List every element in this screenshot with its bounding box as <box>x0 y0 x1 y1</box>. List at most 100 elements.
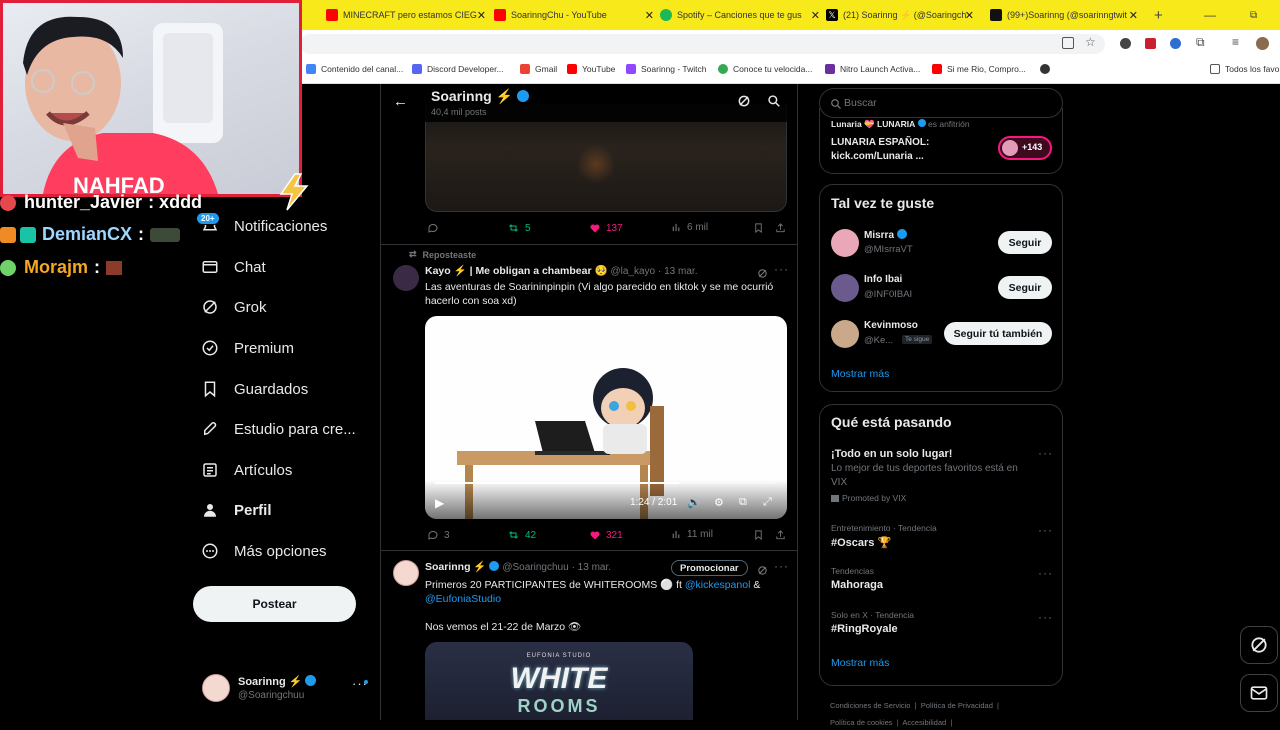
video-player[interactable]: ▶ 1:24 / 2:01 🔊 ⚙ ⧉ ⤢ <box>425 316 787 519</box>
more-icon[interactable]: ··· <box>1038 523 1053 537</box>
play-icon[interactable]: ▶ <box>435 496 444 510</box>
more-icon[interactable]: ··· <box>1038 610 1053 624</box>
reply-button[interactable] <box>427 222 444 234</box>
settings-icon[interactable]: ⚙ <box>714 496 724 509</box>
mention-link[interactable]: @kickespanol <box>685 579 751 591</box>
close-icon[interactable]: ✕ <box>477 9 486 22</box>
bookmark-icon[interactable] <box>753 222 769 234</box>
more-icon[interactable]: ··· <box>774 559 789 573</box>
nav-mas-opciones[interactable]: Más opciones <box>200 536 327 566</box>
twitch-icon <box>626 64 636 74</box>
nav-grok[interactable]: Grok <box>200 292 267 322</box>
star-icon[interactable]: ☆ <box>1085 35 1096 49</box>
like-button[interactable]: 321 <box>589 529 623 541</box>
views-button[interactable]: 11 mil <box>671 529 713 540</box>
footer-link[interactable]: Accesibilidad <box>902 718 946 727</box>
like-button[interactable]: 137 <box>589 222 623 234</box>
show-more-link[interactable]: Mostrar más <box>831 657 889 669</box>
close-icon[interactable]: ✕ <box>645 9 654 22</box>
follow-button[interactable]: Seguir <box>998 276 1052 299</box>
bookmark[interactable]: Contenido del canal... <box>306 64 403 74</box>
new-tab-button[interactable]: + <box>1154 3 1170 27</box>
footer-link[interactable]: Política de cookies <box>830 718 893 727</box>
repost-button[interactable]: 42 <box>507 529 536 541</box>
bookmark[interactable]: YouTube <box>567 64 615 74</box>
install-icon[interactable] <box>1062 37 1074 49</box>
minimize-icon[interactable]: — <box>1204 3 1216 27</box>
repost-button[interactable]: 5 <box>507 222 531 234</box>
extension-icon[interactable] <box>1145 38 1156 49</box>
user-name[interactable]: Info Ibai <box>864 274 902 285</box>
reply-button[interactable]: 3 <box>427 529 450 541</box>
url-field[interactable] <box>300 34 1105 54</box>
more-icon[interactable]: ··· <box>774 262 789 276</box>
grok-icon[interactable] <box>737 94 751 113</box>
bookmark[interactable] <box>1040 64 1055 74</box>
browser-tab[interactable]: (99+)Soarinng (@soarinngtwit ✕ <box>990 3 1142 27</box>
follow-button[interactable]: Seguir <box>998 231 1052 254</box>
premium-icon <box>200 338 220 358</box>
trend-item[interactable]: Tendencias Mahoraga <box>831 566 883 591</box>
bookmark-folder[interactable]: Todos los favor <box>1210 64 1280 74</box>
footer-link[interactable]: Condiciones de Servicio <box>830 701 910 710</box>
nav-articulos[interactable]: Artículos <box>200 455 292 485</box>
share-icon[interactable] <box>775 529 791 541</box>
messages-floating-button[interactable] <box>1240 674 1278 712</box>
avatar[interactable] <box>831 274 859 302</box>
footer-link[interactable]: Política de Privacidad <box>921 701 993 710</box>
nav-chat[interactable]: Chat <box>200 252 266 282</box>
nav-guardados[interactable]: Guardados <box>200 374 308 404</box>
live-space-card[interactable]: Lunaria 💝 LUNARIA es anfitrión LUNARIA E… <box>819 108 1063 174</box>
promote-button[interactable]: Promocionar <box>671 560 748 576</box>
mention-link[interactable]: @EufoniaStudio <box>425 593 501 605</box>
back-arrow-icon[interactable]: ← <box>393 93 408 110</box>
bookmark[interactable]: Conoce tu velocida... <box>718 64 812 74</box>
grok-floating-button[interactable] <box>1240 626 1278 664</box>
trend-item[interactable]: ¡Todo en un solo lugar! Lo mejor de tus … <box>831 448 1031 503</box>
post-button[interactable]: Postear <box>193 586 356 622</box>
show-more-link[interactable]: Mostrar más <box>831 368 889 380</box>
extension-icon[interactable] <box>1120 38 1131 49</box>
more-icon[interactable]: ··· <box>1038 566 1053 580</box>
follow-back-button[interactable]: Seguir tú también <box>944 322 1052 345</box>
browser-tab[interactable]: SoarinngChu - YouTube ✕ <box>494 3 658 27</box>
views-button[interactable]: 6 mil <box>671 222 708 233</box>
bookmark[interactable]: Discord Developer... <box>412 64 504 74</box>
trend-item[interactable]: Solo en X · Tendencia #RingRoyale <box>831 610 914 635</box>
more-icon[interactable]: ··· <box>1038 446 1053 460</box>
close-icon[interactable]: ✕ <box>965 9 974 22</box>
avatar[interactable] <box>393 560 419 586</box>
search-icon[interactable] <box>767 94 781 113</box>
puzzle-icon[interactable]: ⧉ <box>1196 35 1205 50</box>
nav-premium[interactable]: Premium <box>200 333 294 363</box>
volume-icon[interactable]: 🔊 <box>687 496 701 509</box>
trend-item[interactable]: Entretenimiento · Tendencia #Oscars 🏆 <box>831 523 937 549</box>
bookmark[interactable]: Si me Rio, Compro... <box>932 64 1026 74</box>
user-name[interactable]: Kevinmoso <box>864 320 918 331</box>
pip-icon[interactable]: ⧉ <box>739 496 747 509</box>
share-icon[interactable] <box>775 222 791 234</box>
extension-icon[interactable] <box>1170 38 1181 49</box>
avatar[interactable] <box>831 320 859 348</box>
bookmark[interactable]: Soarinng - Twitch <box>626 64 707 74</box>
fullscreen-icon[interactable]: ⤢ <box>763 496 772 509</box>
user-name[interactable]: Misrra <box>864 229 907 241</box>
account-switcher[interactable]: Soarinng ⚡ @Soaringchuu ··· <box>200 672 370 708</box>
media-icon[interactable]: ≡ <box>1232 35 1239 49</box>
browser-tab[interactable]: Spotify – Canciones que te gus ✕ <box>660 3 824 27</box>
nav-estudio[interactable]: Estudio para cre... <box>200 414 356 444</box>
browser-tab-active[interactable]: 𝕏 (21) Soarinng ⚡ (@Soaringch ✕ <box>826 3 978 27</box>
browser-tab[interactable]: MINECRAFT pero estamos CIEG ✕ <box>326 3 490 27</box>
post-image[interactable]: EUFONIA STUDIO WHITE ROOMS <box>425 642 693 720</box>
close-icon[interactable]: ✕ <box>811 9 820 22</box>
bookmark[interactable]: Nitro Launch Activa... <box>825 64 920 74</box>
avatar[interactable] <box>393 265 419 291</box>
profile-avatar[interactable] <box>1256 37 1269 50</box>
bookmark-icon[interactable] <box>753 529 769 541</box>
avatar[interactable] <box>831 229 859 257</box>
close-icon[interactable]: ✕ <box>1129 9 1138 22</box>
restore-icon[interactable]: ⧉ <box>1250 3 1257 27</box>
video-progress[interactable] <box>435 482 679 484</box>
nav-perfil[interactable]: Perfil <box>200 495 272 525</box>
bookmark[interactable]: Gmail <box>520 64 557 74</box>
